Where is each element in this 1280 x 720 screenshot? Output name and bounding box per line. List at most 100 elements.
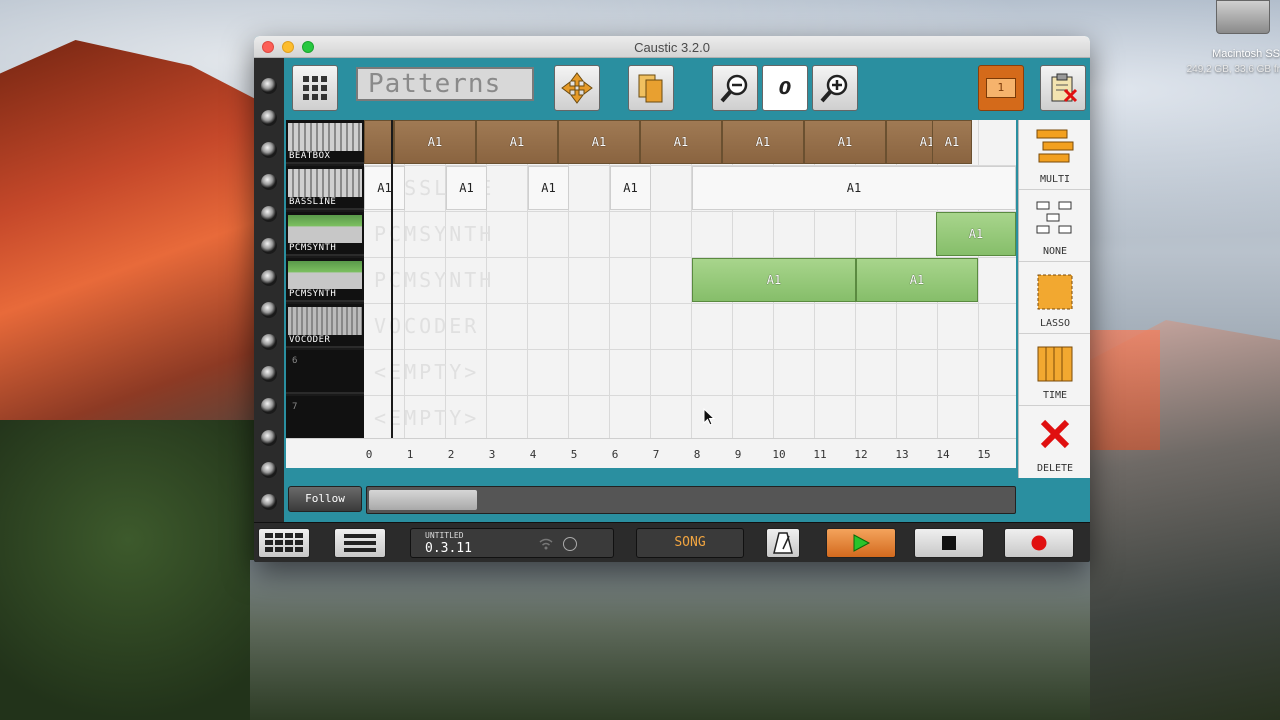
grid-cell[interactable] (897, 304, 938, 350)
pattern-block[interactable]: A1 (692, 258, 856, 302)
grid-cell[interactable] (651, 350, 692, 396)
grid-cell[interactable] (651, 304, 692, 350)
follow-button[interactable]: Follow (288, 486, 362, 512)
hard-disk-icon[interactable] (1210, 0, 1270, 40)
pattern-block[interactable]: A1 (528, 166, 569, 210)
grid-cell[interactable] (610, 258, 651, 304)
lasso-tool-button[interactable]: LASSO (1019, 264, 1090, 334)
track-empty-6[interactable]: 6 (286, 350, 364, 394)
grid-cell[interactable] (979, 350, 1016, 396)
track-empty-7[interactable]: 7 (286, 396, 364, 440)
grid-cell[interactable] (692, 212, 733, 258)
grid-cell[interactable] (856, 350, 897, 396)
grid-cell[interactable] (938, 396, 979, 438)
pattern-block[interactable]: A1 (856, 258, 978, 302)
grid-cell[interactable] (569, 166, 610, 212)
grid-cell[interactable] (487, 304, 528, 350)
grid-cell[interactable] (856, 304, 897, 350)
track-bassline[interactable]: BASSLINE (286, 166, 364, 210)
pattern-block[interactable]: A1 (446, 166, 487, 210)
grid-cell[interactable] (815, 350, 856, 396)
record-button[interactable] (1004, 528, 1074, 558)
page-button[interactable]: 1 (978, 65, 1024, 111)
grid-cell[interactable] (692, 350, 733, 396)
rack-grid-button[interactable] (292, 65, 338, 111)
grid-cell[interactable] (774, 212, 815, 258)
grid-cell[interactable] (733, 304, 774, 350)
clear-song-button[interactable] (1040, 65, 1086, 111)
pattern-block[interactable]: A1 (804, 120, 886, 164)
grid-cell[interactable] (815, 212, 856, 258)
pattern-block[interactable]: A1 (364, 166, 405, 210)
play-button[interactable] (826, 528, 896, 558)
playhead[interactable] (391, 120, 393, 438)
grid-cell[interactable] (651, 212, 692, 258)
pattern-block[interactable]: A1 (558, 120, 640, 164)
grid-cell[interactable] (897, 350, 938, 396)
pattern-block[interactable]: A1 (640, 120, 722, 164)
track-vocoder[interactable]: VOCODER (286, 304, 364, 348)
pattern-block[interactable]: A1 (722, 120, 804, 164)
grid-cell[interactable] (528, 396, 569, 438)
grid-cell[interactable] (569, 396, 610, 438)
grid-cell[interactable] (979, 304, 1016, 350)
move-button[interactable] (554, 65, 600, 111)
none-tool-button[interactable]: NONE (1019, 192, 1090, 262)
grid-cell[interactable] (938, 350, 979, 396)
grid-cell[interactable] (569, 258, 610, 304)
scrollbar-thumb[interactable] (369, 490, 477, 510)
main-menu-button[interactable] (334, 528, 386, 558)
pattern-block[interactable]: A1 (394, 120, 476, 164)
grid-cell[interactable] (528, 212, 569, 258)
track-pcmsynth-1[interactable]: PCMSYNTH (286, 212, 364, 256)
grid-cell[interactable] (897, 212, 938, 258)
pattern-block[interactable]: A1 (932, 120, 972, 164)
grid-cell[interactable] (733, 350, 774, 396)
grid-cell[interactable] (815, 304, 856, 350)
pattern-block[interactable]: A1 (476, 120, 558, 164)
grid-cell[interactable] (979, 120, 1016, 166)
step-ruler[interactable]: 0 1 2 3 4 5 6 7 8 9 10 11 12 13 14 15 (286, 438, 1016, 468)
pattern-block[interactable]: A1 (610, 166, 651, 210)
song-sequencer-grid[interactable]: BASSLINE PCMSYNTH PCMSYNTH VOCODER <EMPT… (364, 120, 1016, 438)
grid-cell[interactable] (651, 258, 692, 304)
grid-cell[interactable] (774, 396, 815, 438)
time-tool-button[interactable]: TIME (1019, 336, 1090, 406)
grid-cell[interactable] (487, 350, 528, 396)
grid-cell[interactable] (774, 304, 815, 350)
grid-cell[interactable] (610, 350, 651, 396)
stop-button[interactable] (914, 528, 984, 558)
grid-cell[interactable] (692, 304, 733, 350)
zoom-level-display[interactable]: 0 (762, 65, 808, 111)
grid-cell[interactable] (569, 350, 610, 396)
track-beatbox[interactable]: BEATBOX (286, 120, 364, 164)
rack-view-button[interactable] (258, 528, 310, 558)
grid-cell[interactable] (487, 396, 528, 438)
grid-cell[interactable] (651, 166, 692, 212)
pattern-block-lead[interactable] (364, 120, 394, 164)
grid-cell[interactable] (938, 304, 979, 350)
grid-cell[interactable] (528, 258, 569, 304)
grid-cell[interactable] (610, 212, 651, 258)
grid-cell[interactable] (815, 396, 856, 438)
metronome-button[interactable] (766, 528, 800, 558)
pattern-block[interactable]: A1 (936, 212, 1016, 256)
song-mode-toggle[interactable]: SONG (636, 528, 744, 558)
grid-cell[interactable] (733, 212, 774, 258)
grid-cell[interactable] (528, 350, 569, 396)
grid-cell[interactable] (897, 396, 938, 438)
grid-cell[interactable] (610, 396, 651, 438)
grid-cell[interactable] (610, 304, 651, 350)
grid-cell[interactable] (569, 304, 610, 350)
grid-cell[interactable] (651, 396, 692, 438)
grid-cell[interactable] (856, 212, 897, 258)
copy-button[interactable] (628, 65, 674, 111)
grid-cell[interactable] (733, 396, 774, 438)
delete-tool-button[interactable]: DELETE (1019, 408, 1090, 478)
title-bar[interactable]: Caustic 3.2.0 (254, 36, 1090, 58)
track-pcmsynth-2[interactable]: PCMSYNTH (286, 258, 364, 302)
zoom-out-button[interactable] (712, 65, 758, 111)
pattern-block[interactable]: A1 (692, 166, 1016, 210)
grid-cell[interactable] (856, 396, 897, 438)
grid-cell[interactable] (979, 396, 1016, 438)
